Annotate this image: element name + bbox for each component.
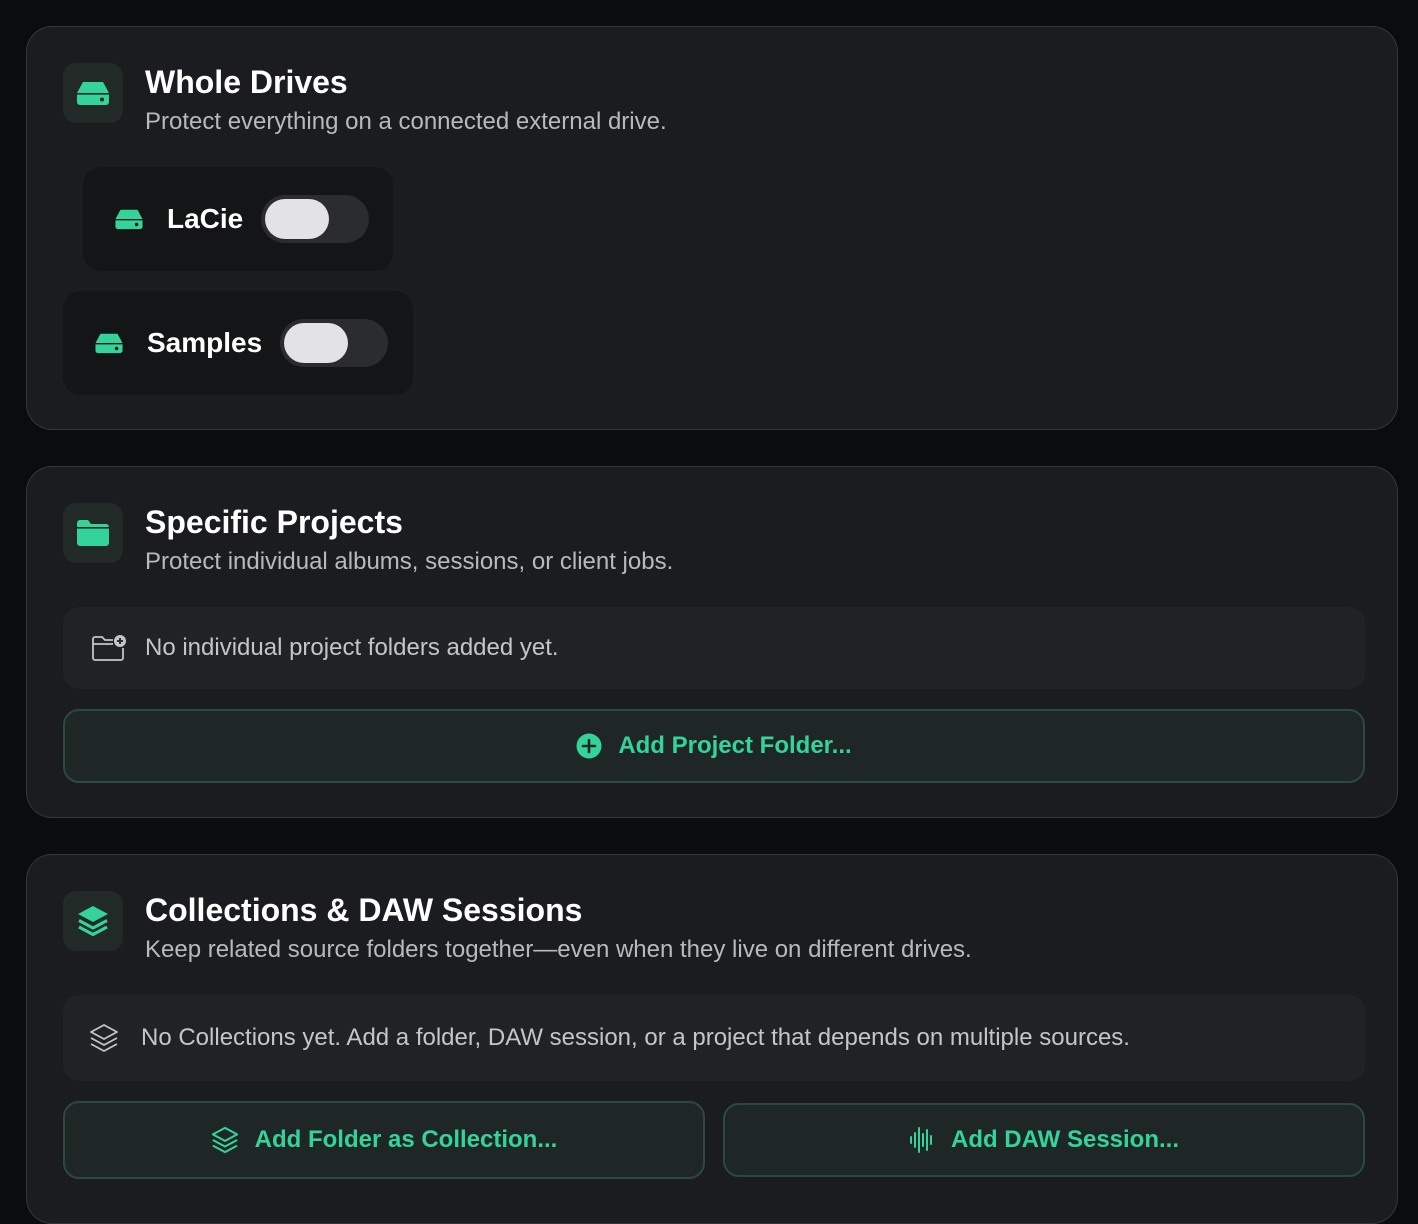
toggle-knob <box>265 199 330 239</box>
drive-toggle[interactable] <box>280 319 389 367</box>
drive-row-lacie: LaCie <box>83 167 393 271</box>
empty-state-text: No Collections yet. Add a folder, DAW se… <box>141 1024 1130 1051</box>
layers-icon <box>211 1126 239 1154</box>
drive-label: LaCie <box>167 203 244 234</box>
layers-icon <box>89 1023 119 1053</box>
add-daw-session-button[interactable]: Add DAW Session... <box>723 1103 1365 1177</box>
section-subtitle: Keep related source folders together—eve… <box>145 936 972 963</box>
button-label: Add DAW Session... <box>950 1126 1180 1153</box>
folder-icon <box>63 503 123 563</box>
toggle-knob <box>284 323 349 363</box>
section-title: Whole Drives <box>145 64 348 100</box>
folder-add-icon <box>91 634 127 662</box>
layers-icon <box>63 891 123 951</box>
specific-projects-panel: Specific Projects Protect individual alb… <box>26 466 1398 818</box>
button-label: Add Folder as Collection... <box>254 1126 558 1153</box>
collections-panel: Collections & DAW Sessions Keep related … <box>26 854 1398 1224</box>
whole-drives-panel: Whole Drives Protect everything on a con… <box>26 26 1398 430</box>
section-title: Specific Projects <box>145 504 403 540</box>
drive-row-samples: Samples <box>63 291 413 395</box>
empty-state-text: No individual project folders added yet. <box>145 634 559 661</box>
drive-toggle[interactable] <box>261 195 370 243</box>
section-subtitle: Protect individual albums, sessions, or … <box>145 548 674 575</box>
drive-icon <box>63 63 123 123</box>
add-folder-collection-button[interactable]: Add Folder as Collection... <box>63 1101 705 1179</box>
button-label: Add Project Folder... <box>618 732 852 759</box>
section-title: Collections & DAW Sessions <box>145 892 583 928</box>
section-subtitle: Protect everything on a connected extern… <box>145 108 667 135</box>
drive-icon <box>93 331 125 355</box>
drive-icon <box>113 207 145 231</box>
add-project-folder-button[interactable]: Add Project Folder... <box>63 709 1365 783</box>
drive-label: Samples <box>147 327 263 358</box>
plus-circle-icon <box>576 733 602 759</box>
empty-state: No Collections yet. Add a folder, DAW se… <box>63 995 1365 1081</box>
empty-state: No individual project folders added yet. <box>63 607 1365 689</box>
waveform-icon <box>909 1126 935 1154</box>
